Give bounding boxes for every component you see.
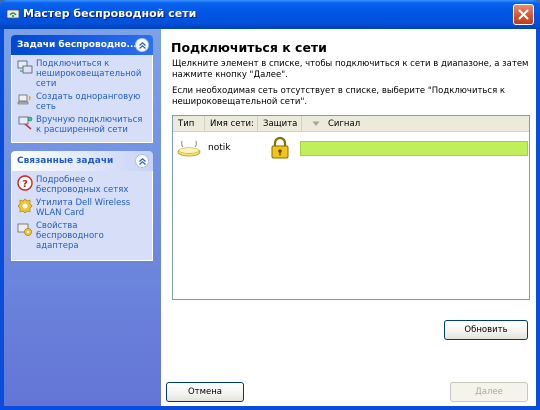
related-tasks-title: Связанные задачи bbox=[17, 156, 114, 166]
related-tasks-body: ? Подробнее о беспроводных сетях Утилита… bbox=[11, 171, 153, 261]
column-header-type[interactable]: Тип bbox=[173, 116, 205, 132]
related-tasks-header[interactable]: Связанные задачи bbox=[11, 151, 153, 171]
help-icon: ? bbox=[17, 175, 33, 191]
next-button[interactable]: Далее bbox=[450, 382, 528, 402]
instruction-text-secondary: Если необходимая сеть отсутствует в спис… bbox=[172, 86, 506, 107]
task-dell-utility[interactable]: Утилита Dell Wireless WLAN Card bbox=[16, 198, 148, 218]
task-label: Утилита Dell Wireless WLAN Card bbox=[36, 198, 131, 218]
task-label: Создать одноранговую сеть bbox=[36, 92, 141, 112]
wireless-router-icon bbox=[177, 140, 201, 157]
network-connect-icon bbox=[17, 60, 33, 74]
network-list[interactable]: Тип Имя сети: Защита Сигнал notik bbox=[172, 115, 530, 300]
close-icon bbox=[518, 9, 529, 20]
wizard-window: Мастер беспроводной сети Задачи беспрово… bbox=[0, 0, 540, 410]
list-header: Тип Имя сети: Защита Сигнал bbox=[173, 116, 529, 132]
column-header-security[interactable]: Защита bbox=[258, 116, 302, 132]
task-label: Подключиться к нешироковещательной сети bbox=[36, 59, 142, 89]
task-label: Подробнее о беспроводных сетях bbox=[36, 175, 129, 195]
task-pane: Задачи беспроводно... Подключиться к неш… bbox=[4, 29, 161, 406]
task-create-adhoc[interactable]: Создать одноранговую сеть bbox=[16, 92, 148, 112]
page-title: Подключиться к сети bbox=[171, 40, 327, 55]
instruction-text: Щелкните элемент в списке, чтобы подключ… bbox=[172, 59, 529, 80]
network-tasks-box: Задачи беспроводно... Подключиться к неш… bbox=[11, 35, 153, 143]
task-connect-hidden-network[interactable]: Подключиться к нешироковещательной сети bbox=[16, 59, 148, 89]
network-tasks-header[interactable]: Задачи беспроводно... bbox=[11, 35, 153, 55]
wlan-utility-icon bbox=[17, 198, 33, 214]
main-content: Подключиться к сети Щелкните элемент в с… bbox=[161, 29, 536, 406]
column-header-name[interactable]: Имя сети: bbox=[205, 116, 258, 132]
task-manual-connect[interactable]: Вручную подключиться к расширенной сети bbox=[16, 115, 148, 135]
sort-descending-icon bbox=[312, 121, 320, 126]
task-label: Вручную подключиться к расширенной сети bbox=[36, 115, 143, 135]
task-adapter-properties[interactable]: Свойства беспроводного адаптера bbox=[16, 221, 148, 251]
window-title: Мастер беспроводной сети bbox=[23, 7, 197, 20]
collapse-chevron-icon[interactable] bbox=[135, 154, 149, 168]
network-name: notik bbox=[208, 143, 231, 153]
title-bar[interactable]: Мастер беспроводной сети bbox=[0, 0, 540, 29]
signal-strength-bar bbox=[300, 141, 528, 156]
related-tasks-box: Связанные задачи ? Подробнее о беспровод… bbox=[11, 151, 153, 261]
refresh-button[interactable]: Обновить bbox=[444, 320, 528, 340]
close-button[interactable] bbox=[513, 4, 534, 25]
svg-text:?: ? bbox=[22, 179, 28, 190]
network-row[interactable]: notik bbox=[173, 136, 529, 162]
task-label: Свойства беспроводного адаптера bbox=[36, 221, 104, 251]
lock-icon bbox=[271, 136, 289, 159]
adhoc-network-icon bbox=[17, 94, 31, 105]
manual-connect-icon bbox=[18, 116, 33, 130]
network-tasks-body: Подключиться к нешироковещательной сети … bbox=[11, 55, 153, 143]
network-tasks-title: Задачи беспроводно... bbox=[17, 40, 137, 50]
column-header-signal[interactable]: Сигнал bbox=[323, 116, 528, 132]
task-learn-wireless[interactable]: ? Подробнее о беспроводных сетях bbox=[16, 175, 148, 195]
cancel-button[interactable]: Отмена bbox=[166, 382, 244, 402]
window-frame: Задачи беспроводно... Подключиться к неш… bbox=[4, 29, 536, 406]
wireless-network-icon bbox=[6, 9, 20, 19]
collapse-chevron-icon[interactable] bbox=[135, 38, 149, 52]
adapter-properties-icon bbox=[17, 223, 32, 236]
